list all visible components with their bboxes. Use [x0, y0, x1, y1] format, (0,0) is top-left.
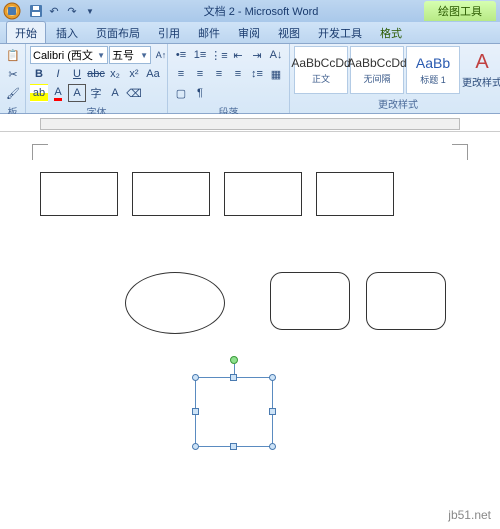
line-spacing-icon[interactable]: ↕≡ — [248, 65, 266, 83]
document-canvas[interactable]: jb51.net — [0, 132, 500, 529]
resize-handle-e[interactable] — [269, 408, 276, 415]
superscript-button[interactable]: x² — [125, 65, 143, 83]
window-title: 文档 2 - Microsoft Word — [98, 3, 424, 19]
char-shading-icon[interactable]: A — [106, 84, 124, 102]
shape-selected-rectangle[interactable] — [195, 377, 273, 447]
font-size-select[interactable]: 五号▼ — [109, 46, 151, 64]
context-tab-label: 绘图工具 — [424, 1, 496, 21]
font-name-select[interactable]: Calibri (西文▼ — [30, 46, 108, 64]
italic-button[interactable]: I — [49, 65, 67, 83]
undo-icon[interactable]: ↶ — [46, 3, 62, 19]
subscript-button[interactable]: x₂ — [106, 65, 124, 83]
save-icon[interactable] — [28, 3, 44, 19]
margin-corner-tr — [452, 144, 468, 160]
change-case-button[interactable]: Aa — [144, 65, 162, 83]
font-color-icon[interactable]: A — [49, 84, 67, 102]
style-nospacing[interactable]: AaBbCcDd 无间隔 — [350, 46, 404, 94]
resize-handle-sw[interactable] — [192, 443, 199, 450]
strike-button[interactable]: abc — [87, 65, 105, 83]
sort-icon[interactable]: A↓ — [267, 46, 285, 64]
qat-dropdown-icon[interactable]: ▼ — [82, 3, 98, 19]
tab-view[interactable]: 视图 — [270, 22, 308, 43]
align-left-icon[interactable]: ≡ — [172, 65, 190, 83]
justify-icon[interactable]: ≡ — [229, 65, 247, 83]
watermark: jb51.net — [445, 507, 494, 523]
shading-icon[interactable]: ▦ — [267, 65, 285, 83]
resize-handle-w[interactable] — [192, 408, 199, 415]
chevron-down-icon: ▼ — [140, 51, 148, 60]
number-list-icon[interactable]: 1≡ — [191, 46, 209, 64]
ribbon: 📋 ✂ 🖌 板 Calibri (西文▼ 五号▼ A↑ B I U abc x₂… — [0, 44, 500, 114]
cut-icon[interactable]: ✂ — [4, 65, 22, 83]
resize-handle-s[interactable] — [230, 443, 237, 450]
char-border-icon[interactable]: A — [68, 84, 86, 102]
margin-corner-tl — [32, 144, 48, 160]
office-button[interactable] — [0, 0, 24, 22]
chevron-down-icon: ▼ — [97, 51, 105, 60]
group-styles-label: 更改样式 — [294, 94, 500, 111]
clear-format-icon[interactable]: ⌫ — [125, 84, 143, 102]
tab-developer[interactable]: 开发工具 — [310, 22, 370, 43]
tab-start[interactable]: 开始 — [6, 21, 46, 43]
align-center-icon[interactable]: ≡ — [191, 65, 209, 83]
phonetic-icon[interactable]: 字 — [87, 84, 105, 102]
highlight-icon[interactable]: ab — [30, 84, 48, 102]
resize-handle-nw[interactable] — [192, 374, 199, 381]
multilevel-list-icon[interactable]: ⋮≡ — [210, 46, 228, 64]
tab-format[interactable]: 格式 — [372, 22, 410, 43]
resize-handle-ne[interactable] — [269, 374, 276, 381]
resize-handle-n[interactable] — [230, 374, 237, 381]
bold-button[interactable]: B — [30, 65, 48, 83]
ribbon-tabs: 开始 插入 页面布局 引用 邮件 审阅 视图 开发工具 格式 — [0, 22, 500, 44]
redo-icon[interactable]: ↷ — [64, 3, 80, 19]
rotation-handle[interactable] — [230, 356, 238, 364]
paste-icon[interactable]: 📋 — [4, 46, 22, 64]
decrease-indent-icon[interactable]: ⇤ — [229, 46, 247, 64]
tab-references[interactable]: 引用 — [150, 22, 188, 43]
shape-rectangle[interactable] — [132, 172, 210, 216]
borders-icon[interactable]: ▢ — [172, 84, 190, 102]
underline-button[interactable]: U — [68, 65, 86, 83]
tab-insert[interactable]: 插入 — [48, 22, 86, 43]
align-right-icon[interactable]: ≡ — [210, 65, 228, 83]
ruler[interactable] — [0, 114, 500, 132]
tab-review[interactable]: 审阅 — [230, 22, 268, 43]
show-marks-icon[interactable]: ¶ — [191, 84, 209, 102]
style-normal[interactable]: AaBbCcDd 正文 — [294, 46, 348, 94]
shape-ellipse[interactable] — [125, 272, 225, 334]
shape-rounded-rectangle[interactable] — [270, 272, 350, 330]
increase-indent-icon[interactable]: ⇥ — [248, 46, 266, 64]
change-styles-icon: A — [475, 51, 488, 74]
tab-layout[interactable]: 页面布局 — [88, 22, 148, 43]
shape-rounded-rectangle[interactable] — [366, 272, 446, 330]
format-painter-icon[interactable]: 🖌 — [4, 84, 22, 102]
shape-rectangle[interactable] — [40, 172, 118, 216]
change-styles-button[interactable]: A 更改样式 — [462, 46, 500, 94]
shape-rectangle[interactable] — [224, 172, 302, 216]
style-heading1[interactable]: AaBb 标题 1 — [406, 46, 460, 94]
resize-handle-se[interactable] — [269, 443, 276, 450]
bullet-list-icon[interactable]: •≡ — [172, 46, 190, 64]
tab-mailings[interactable]: 邮件 — [190, 22, 228, 43]
shape-rectangle[interactable] — [316, 172, 394, 216]
